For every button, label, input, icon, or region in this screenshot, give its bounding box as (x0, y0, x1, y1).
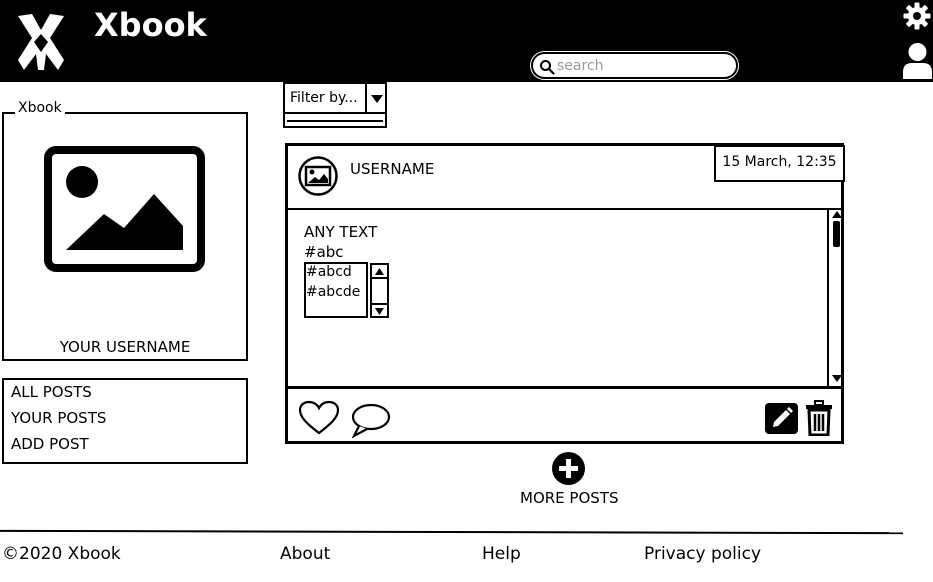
app-title: Xbook (94, 6, 207, 44)
nav-add-post[interactable]: ADD POST (11, 435, 89, 453)
comment-icon[interactable] (349, 402, 391, 438)
trash-icon[interactable] (804, 400, 834, 436)
hashtag-list[interactable]: #abcd #abcde (304, 262, 368, 318)
scroll-up-icon[interactable] (374, 267, 385, 276)
plus-circle-icon[interactable] (551, 451, 586, 486)
user-icon[interactable] (902, 42, 933, 80)
filter-label[interactable]: Filter by... (285, 84, 367, 114)
post-footer-divider (288, 386, 841, 389)
post-text-line: #abc (304, 243, 344, 261)
profile-panel-legend: Xbook (15, 100, 65, 116)
hashtag-item[interactable]: #abcd (306, 264, 352, 280)
nav-all-posts[interactable]: ALL POSTS (11, 383, 92, 401)
profile-username: YOUR USERNAME (59, 338, 191, 356)
search-icon (540, 60, 555, 75)
footer-divider (0, 529, 904, 535)
scroll-down-icon[interactable] (374, 307, 385, 316)
scroll-down-icon[interactable] (831, 374, 843, 383)
image-placeholder-icon (44, 146, 205, 272)
footer-privacy-link[interactable]: Privacy policy (644, 544, 761, 564)
filter-dropdown[interactable]: Filter by... (283, 82, 387, 128)
x-logo-icon[interactable] (16, 12, 66, 72)
search-input[interactable] (557, 56, 727, 76)
heart-icon[interactable] (298, 400, 340, 436)
scrollbar-thumb[interactable] (833, 221, 840, 247)
chevron-down-icon (371, 95, 383, 103)
scrollbar-divider (370, 277, 389, 279)
post-scrollbar[interactable] (827, 208, 844, 386)
hashtag-item[interactable]: #abcde (306, 284, 360, 300)
scroll-up-icon[interactable] (831, 210, 843, 219)
post-card: USERNAME 15 March, 12:35 ANY TEXT #abc #… (285, 143, 845, 444)
pencil-icon[interactable] (764, 402, 799, 435)
footer-help-link[interactable]: Help (482, 544, 521, 564)
post-header-divider (288, 208, 841, 210)
post-timestamp: 15 March, 12:35 (714, 145, 845, 182)
footer-about-link[interactable]: About (280, 544, 330, 564)
top-header-bar: Xbook (0, 0, 933, 82)
post-username[interactable]: USERNAME (350, 160, 434, 178)
footer-copyright: ©2020 Xbook (2, 544, 121, 564)
more-posts-button[interactable]: MORE POSTS (520, 489, 618, 507)
filter-toggle[interactable] (367, 84, 387, 114)
avatar-icon (298, 156, 338, 196)
scrollbar-divider (370, 303, 389, 305)
nav-your-posts[interactable]: YOUR POSTS (11, 409, 106, 427)
post-text-line: ANY TEXT (304, 223, 378, 241)
search-box[interactable] (531, 52, 738, 79)
filter-divider (287, 120, 383, 122)
hashtag-scrollbar[interactable] (370, 263, 389, 318)
gear-icon[interactable] (903, 2, 931, 30)
